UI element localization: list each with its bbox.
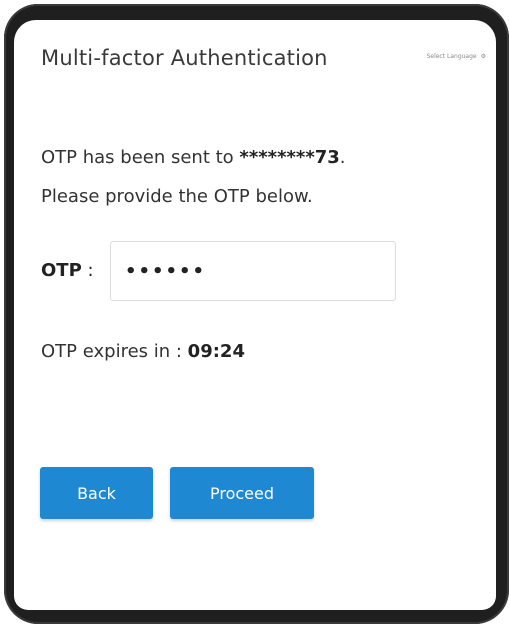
mfa-screen: Multi-factor Authentication Select Langu… bbox=[14, 20, 496, 610]
otp-sent-suffix: . bbox=[339, 147, 346, 168]
back-button[interactable]: Back bbox=[40, 467, 153, 519]
otp-expiry-time: 09:24 bbox=[187, 341, 245, 362]
otp-expiry-prefix: OTP expires in : bbox=[41, 341, 188, 362]
masked-phone-number: ********73 bbox=[239, 147, 340, 168]
phone-device: Multi-factor Authentication Select Langu… bbox=[0, 0, 509, 624]
otp-input[interactable] bbox=[110, 241, 396, 301]
otp-expiry: OTP expires in : 09:24 bbox=[41, 341, 245, 362]
otp-instruction: Please provide the OTP below. bbox=[41, 186, 313, 207]
otp-sent-message: OTP has been sent to ********73. bbox=[41, 147, 346, 168]
otp-label-separator: : bbox=[81, 260, 94, 281]
language-selector-label: Select Language bbox=[426, 53, 477, 60]
page-title: Multi-factor Authentication bbox=[41, 46, 328, 70]
otp-label-text: OTP bbox=[41, 260, 82, 281]
otp-sent-prefix: OTP has been sent to bbox=[41, 147, 240, 168]
language-icon: ⚙ bbox=[480, 53, 486, 60]
proceed-button[interactable]: Proceed bbox=[170, 467, 314, 519]
otp-field-label: OTP : bbox=[41, 260, 94, 281]
language-selector[interactable]: Select Language ⚙ bbox=[427, 53, 486, 60]
